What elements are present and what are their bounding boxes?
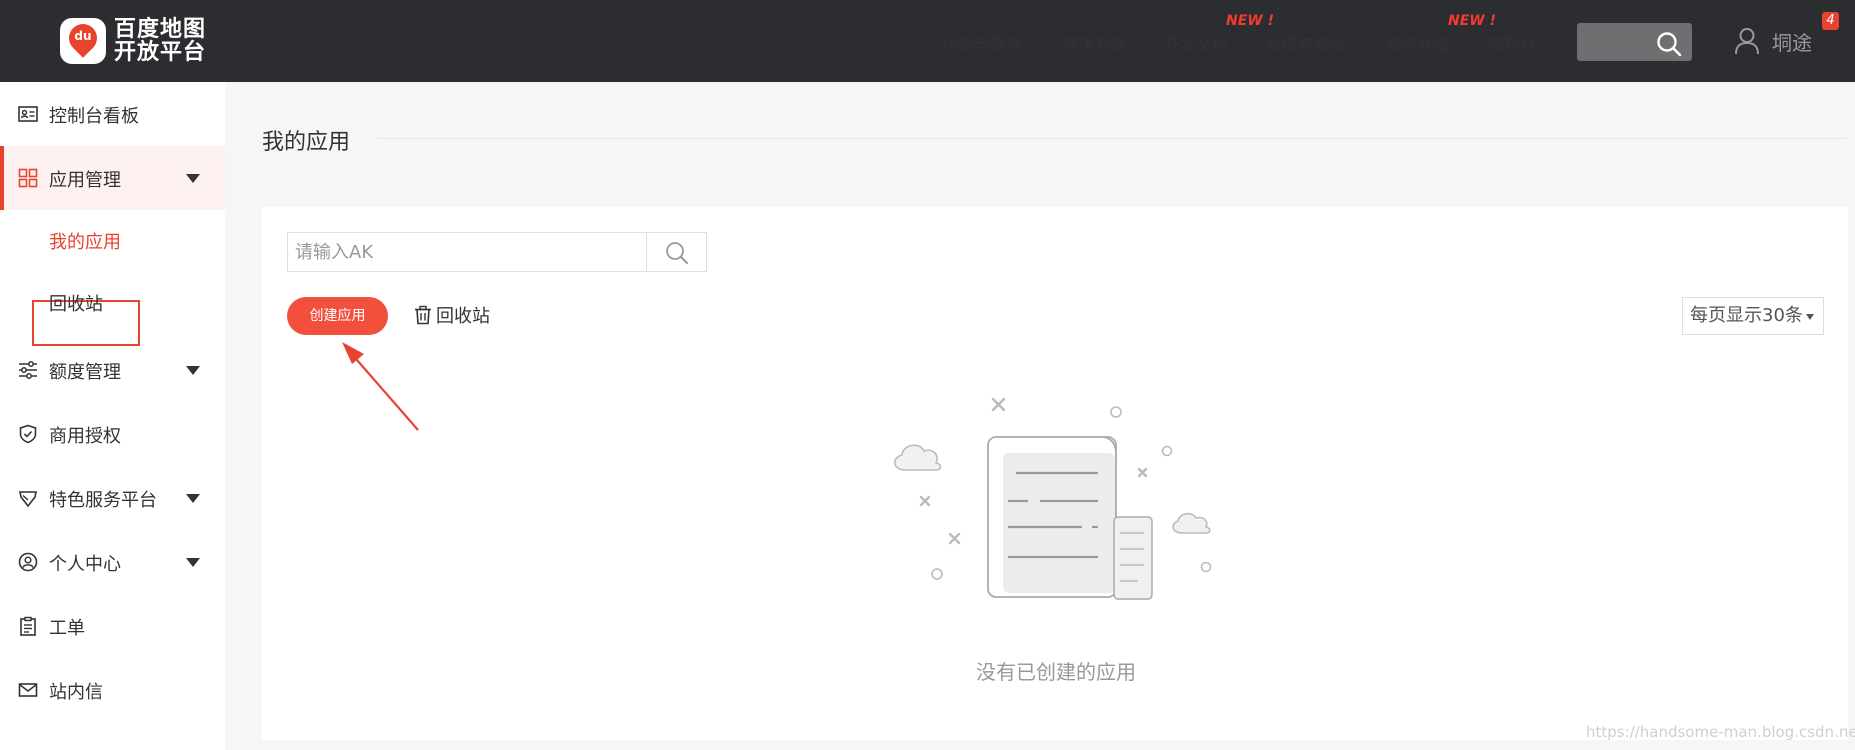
- dashboard-card-icon: [18, 106, 38, 122]
- sidebar-item-label: 商用授权: [49, 426, 121, 447]
- user-menu[interactable]: 垌途: [1734, 26, 1812, 56]
- sidebar-item-label: 控制台看板: [49, 106, 139, 127]
- sliders-icon: [19, 361, 37, 379]
- nav-dev-docs[interactable]: 开发文档: [1164, 31, 1228, 55]
- search-icon: [666, 242, 688, 264]
- sidebar-item-label: 工单: [49, 618, 85, 639]
- logo-text-line2: 开放平台: [114, 40, 207, 65]
- sidebar-item-label: 个人中心: [49, 554, 121, 575]
- top-search-box[interactable]: [1577, 23, 1692, 61]
- logo-badge: du: [60, 18, 106, 64]
- red-arrow-annotation-icon: [342, 342, 419, 431]
- sidebar-item-app-management[interactable]: 应用管理: [0, 146, 225, 210]
- new-tag: NEW !: [1226, 13, 1274, 29]
- title-divider: [378, 138, 1846, 139]
- search-icon[interactable]: [1656, 31, 1682, 57]
- nav-features-services[interactable]: 功能与服务: [942, 31, 1022, 55]
- sidebar-item-label: 额度管理: [49, 362, 121, 383]
- sidebar-subitem-my-apps[interactable]: 我的应用: [49, 228, 121, 254]
- nav-service-upgrade[interactable]: 服务升级: [1386, 31, 1450, 55]
- per-page-select[interactable]: 每页显示30条: [1682, 297, 1824, 335]
- dropdown-arrow-icon: [1806, 314, 1814, 320]
- sidebar-item-dashboard[interactable]: 控制台看板: [0, 82, 225, 146]
- recycle-bin-link[interactable]: 回收站: [413, 302, 490, 328]
- sidebar-item-label: 应用管理: [49, 170, 121, 191]
- create-app-button[interactable]: 创建应用: [287, 297, 388, 335]
- sidebar-item-quota-management[interactable]: 额度管理: [0, 338, 225, 402]
- ak-search-button[interactable]: [646, 233, 707, 271]
- empty-state-message: 没有已创建的应用: [976, 660, 1136, 684]
- user-name[interactable]: 垌途: [1772, 27, 1812, 56]
- clipboard-icon: [20, 616, 36, 636]
- logo-text: 百度地图 开放平台: [114, 18, 206, 64]
- user-icon: [1735, 28, 1759, 55]
- trash-icon: [415, 305, 431, 325]
- sidebar-item-work-order[interactable]: 工单: [0, 594, 225, 658]
- per-page-value: 每页显示30条: [1690, 305, 1803, 326]
- gem-icon: [19, 491, 37, 508]
- ak-search-input[interactable]: [288, 233, 646, 271]
- notification-badge[interactable]: 4: [1822, 12, 1839, 30]
- cloud-icon: [1172, 512, 1211, 534]
- logo-text-line1: 百度地图: [114, 17, 207, 42]
- nav-solutions[interactable]: 解决方案: [1062, 31, 1126, 55]
- sidebar-item-personal-center[interactable]: 个人中心: [0, 530, 225, 594]
- caret-down-icon[interactable]: [186, 366, 200, 375]
- grid-apps-icon: [18, 168, 38, 188]
- sidebar-item-messages[interactable]: 站内信: [0, 658, 225, 722]
- nav-console[interactable]: 控制台: [1488, 31, 1536, 55]
- user-circle-icon: [18, 552, 38, 572]
- ak-search-box: [287, 232, 707, 272]
- new-tag: NEW !: [1448, 13, 1496, 29]
- caret-down-icon[interactable]: [186, 494, 200, 503]
- sidebar: 控制台看板 应用管理 我的应用 回收站 额度管理 商用授权 特色服务平台 个人中…: [0, 82, 225, 750]
- logo-badge-text: du: [74, 29, 92, 43]
- watermark-text: https://handsome-man.blog.csdn.net: [1586, 723, 1855, 741]
- nav-feedback-help[interactable]: 反馈与帮助: [1266, 31, 1346, 55]
- page-title: 我的应用: [262, 130, 351, 155]
- shield-check-icon: [19, 424, 37, 444]
- empty-state-illustration: [894, 397, 1212, 600]
- sidebar-item-commercial-license[interactable]: 商用授权: [0, 402, 225, 466]
- sidebar-subitem-recycle-bin[interactable]: 回收站: [49, 290, 103, 316]
- cloud-icon: [894, 444, 942, 471]
- recycle-bin-label: 回收站: [436, 306, 490, 327]
- sidebar-item-label: 站内信: [49, 682, 103, 703]
- caret-down-icon[interactable]: [186, 174, 200, 183]
- sidebar-item-featured-services[interactable]: 特色服务平台: [0, 466, 225, 530]
- caret-down-icon[interactable]: [186, 558, 200, 567]
- sidebar-item-label: 特色服务平台: [49, 490, 157, 511]
- baidu-map-logo[interactable]: du 百度地图 开放平台: [60, 16, 206, 66]
- top-navigation-bar: du 百度地图 开放平台 功能与服务 解决方案 开发文档 NEW ! 反馈与帮助…: [0, 0, 1855, 82]
- side-card-icon: [1113, 516, 1153, 600]
- mail-icon: [18, 683, 38, 697]
